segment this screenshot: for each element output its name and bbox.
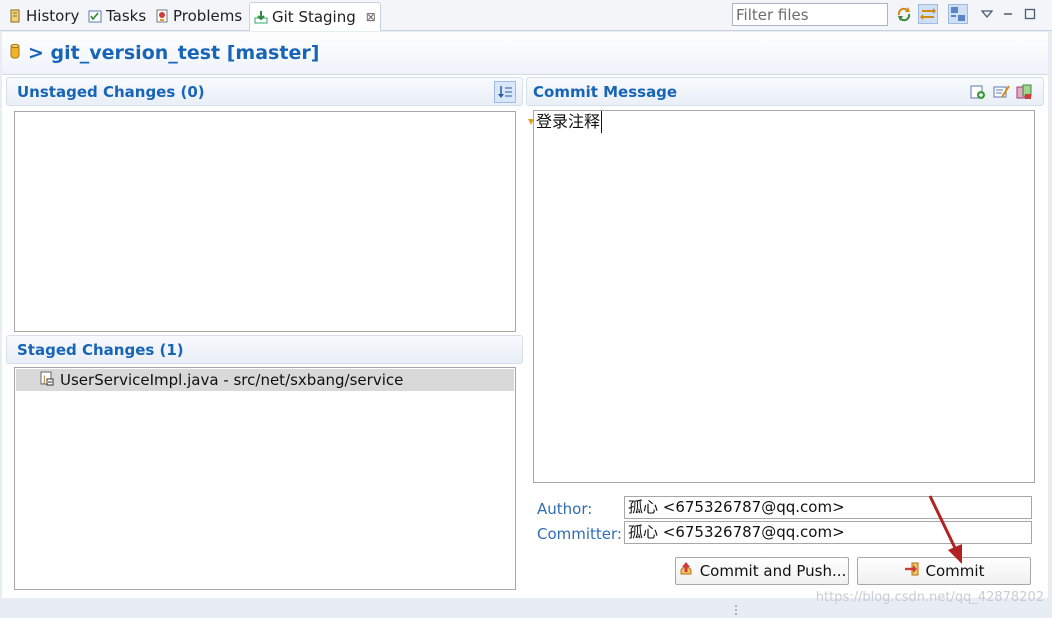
amend-icon[interactable] [993, 83, 1011, 105]
list-item[interactable]: J UserServiceImpl.java - src/net/sxbang/… [16, 369, 514, 391]
commit-message-title: Commit Message [533, 82, 678, 101]
staged-file-label: UserServiceImpl.java - src/net/sxbang/se… [60, 371, 404, 389]
repository-icon [10, 43, 20, 63]
sort-icon[interactable] [494, 81, 516, 103]
filter-files-input[interactable] [732, 3, 888, 26]
tab-tasks[interactable]: Tasks [84, 3, 150, 29]
tab-label: History [26, 7, 80, 25]
committer-field[interactable]: 孤心 <675326787@qq.com> [624, 521, 1032, 544]
tab-history[interactable]: History [4, 3, 83, 29]
commit-and-push-button[interactable]: Commit and Push... [675, 557, 849, 585]
problems-icon [155, 9, 169, 23]
compare-icon[interactable] [1015, 83, 1033, 105]
sash-handle-icon[interactable]: ⋮ [730, 603, 742, 617]
commit-and-push-label: Commit and Push... [699, 562, 847, 580]
staged-changes-title: Staged Changes (1) [17, 340, 184, 359]
commit-message-text: 登录注释 [536, 111, 603, 133]
close-icon[interactable]: ⊠ [366, 10, 376, 24]
git-staging-icon [254, 10, 268, 24]
author-label: Author: [537, 500, 593, 518]
annotation-arrow [928, 495, 962, 564]
watermark: https://blog.csdn.net/qq_42878202 [815, 590, 1044, 605]
staged-changes-header: Staged Changes (1) [6, 335, 523, 364]
commit-message-header: Commit Message [526, 77, 1044, 106]
java-file-icon: J [40, 371, 54, 390]
tab-label: Tasks [106, 7, 147, 25]
presentation-icon[interactable] [948, 4, 968, 24]
commit-icon [904, 561, 920, 581]
commit-and-push-icon [678, 561, 694, 581]
svg-text:J: J [42, 375, 46, 385]
repository-header: > git_version_test [master] [2, 32, 1048, 75]
tab-label: Git Staging [272, 8, 356, 26]
unstaged-changes-header: Unstaged Changes (0) [6, 77, 523, 106]
history-icon [8, 9, 22, 23]
unstaged-changes-list[interactable] [14, 111, 516, 332]
refresh-icon[interactable] [894, 4, 914, 24]
maximize-icon[interactable] [1020, 4, 1040, 24]
page-title: > git_version_test [master] [28, 42, 320, 64]
tab-git-staging[interactable]: Git Staging ⊠ [249, 2, 381, 31]
staged-changes-list[interactable]: J UserServiceImpl.java - src/net/sxbang/… [14, 367, 516, 590]
commit-message-textarea[interactable]: 登录注释 [533, 110, 1035, 483]
unstaged-changes-title: Unstaged Changes (0) [17, 82, 205, 101]
tab-problems[interactable]: Problems [151, 3, 246, 29]
view-menu-icon[interactable] [977, 4, 997, 24]
tab-label: Problems [173, 7, 243, 25]
tasks-icon [88, 9, 102, 23]
add-signed-off-icon[interactable] [969, 83, 987, 105]
view-tab-bar: History Tasks Problems Git Staging ⊠ [0, 0, 1052, 31]
link-with-selection-icon[interactable] [918, 4, 938, 24]
author-field[interactable]: 孤心 <675326787@qq.com> [624, 496, 1032, 519]
staging-main-panel: Unstaged Changes (0) Staged Changes (1) … [2, 75, 1048, 598]
committer-label: Committer: [537, 525, 622, 543]
minimize-icon[interactable] [998, 4, 1018, 24]
